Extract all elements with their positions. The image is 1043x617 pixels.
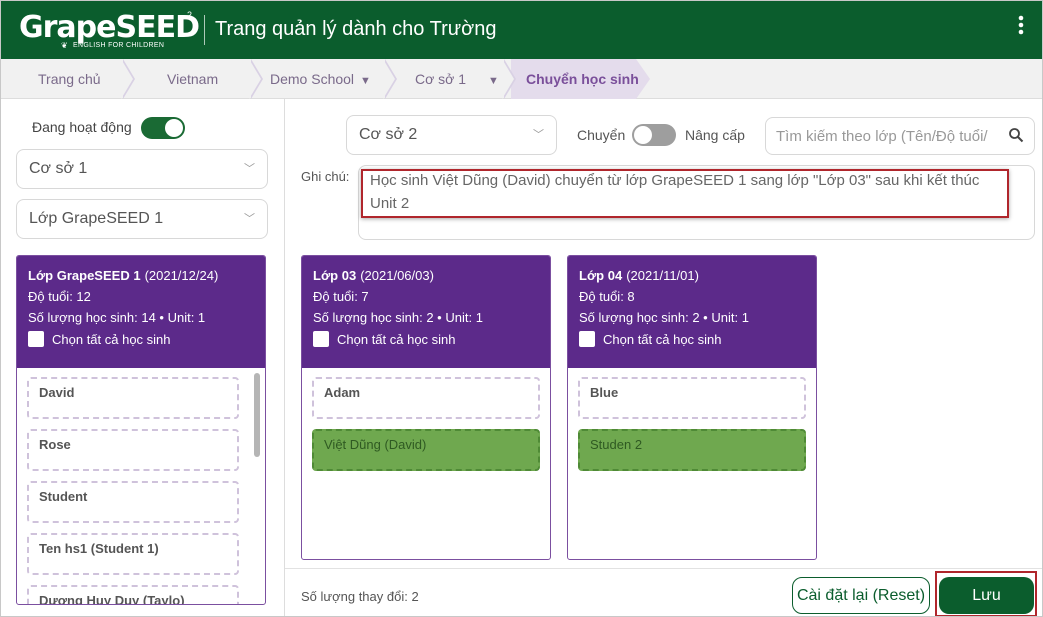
source-class-select[interactable]: Lớp GrapeSEED 1 ﹀ — [16, 199, 268, 239]
chevron-down-icon: ﹀ — [244, 213, 255, 225]
breadcrumb-label: Trang chủ — [38, 71, 101, 87]
select-all-row[interactable]: Chọn tất cả học sinh — [28, 331, 254, 347]
breadcrumb-label: Demo School — [270, 71, 355, 87]
student-card[interactable]: Student — [27, 481, 239, 523]
class-name: Lớp 04 — [579, 268, 623, 283]
breadcrumb-home[interactable]: Trang chủ — [38, 59, 101, 99]
breadcrumb-separator — [502, 59, 518, 99]
student-card[interactable]: Dương Huy Duy (Taylo) — [27, 585, 239, 604]
breadcrumb: Trang chủ Vietnam Demo School ▼ Cơ sở 1 ▼ … — [1, 59, 1042, 99]
select-all-checkbox[interactable] — [28, 331, 44, 347]
card-header: Lớp 03 (2021/06/03) Độ tuổi: 7 Số lượng h… — [302, 256, 550, 368]
class-name: Lớp 03 — [313, 268, 357, 283]
card-title: Lớp GrapeSEED 1 (2021/12/24) — [28, 268, 254, 283]
select-all-label: Chọn tất cả học sinh — [337, 331, 456, 347]
footer-divider — [285, 568, 1042, 569]
mode-transfer-label: Chuyển — [577, 127, 626, 143]
reset-button[interactable]: Cài đặt lại (Reset) — [792, 577, 930, 614]
page-title: Trang quản lý dành cho Trường — [215, 18, 497, 40]
source-campus-select[interactable]: Cơ sở 1 ﹀ — [16, 149, 268, 189]
change-count: Số lượng thay đổi: 2 — [301, 589, 419, 604]
breadcrumb-campus[interactable]: Cơ sở 1 ▼ — [415, 59, 499, 99]
active-toggle[interactable] — [141, 117, 185, 139]
breadcrumb-label: Cơ sở 1 — [415, 71, 467, 87]
class-date: (2021/06/03) — [360, 268, 434, 283]
card-header: Lớp GrapeSEED 1 (2021/12/24) Độ tuổi: 12 … — [17, 256, 265, 368]
mode-upgrade-label: Nâng cấp — [685, 127, 745, 143]
select-value: Cơ sở 2 — [359, 126, 418, 143]
class-age: Độ tuổi: 12 — [28, 289, 91, 304]
select-all-checkbox[interactable] — [579, 331, 595, 347]
class-date: (2021/11/01) — [626, 268, 699, 283]
note-label: Ghi chú: — [301, 169, 350, 184]
student-card[interactable]: Blue — [578, 377, 806, 419]
breadcrumb-separator — [249, 59, 265, 99]
chevron-down-icon: ﹀ — [244, 163, 255, 175]
logo-tagline: ENGLISH FOR CHILDREN — [73, 42, 165, 49]
select-all-label: Chọn tất cả học sinh — [603, 331, 722, 347]
note-highlight-box — [361, 169, 1009, 218]
class-name: Lớp GrapeSEED 1 — [28, 268, 141, 283]
select-all-row[interactable]: Chọn tất cả học sinh — [313, 331, 539, 347]
card-title: Lớp 04 (2021/11/01) — [579, 268, 805, 283]
save-highlight-box — [935, 571, 1037, 616]
class-age: Độ tuổi: 8 — [579, 289, 635, 304]
breadcrumb-current: Chuyển học sinh — [526, 59, 639, 99]
kebab-menu-icon[interactable] — [1013, 15, 1029, 45]
breadcrumb-school[interactable]: Demo School ▼ — [270, 59, 371, 99]
app-header: GrapeSEED 2 ❦ ENGLISH FOR CHILDREN Trang… — [1, 1, 1042, 59]
breadcrumb-separator — [121, 59, 137, 99]
toggle-knob — [634, 126, 652, 144]
leaf-icon: ❦ — [61, 41, 68, 50]
class-stats: Số lượng học sinh: 14 • Unit: 1 — [28, 310, 206, 325]
moved-student-card[interactable]: Studen 2 — [578, 429, 806, 471]
select-all-row[interactable]: Chọn tất cả học sinh — [579, 331, 805, 347]
toggle-knob — [165, 119, 183, 137]
student-card[interactable]: Rose — [27, 429, 239, 471]
breadcrumb-separator — [383, 59, 399, 99]
breadcrumb-country[interactable]: Vietnam — [167, 59, 218, 99]
student-card[interactable]: Ten hs1 (Student 1) — [27, 533, 239, 575]
student-card[interactable]: Adam — [312, 377, 540, 419]
active-toggle-label: Đang hoạt động — [32, 119, 132, 135]
class-stats: Số lượng học sinh: 2 • Unit: 1 — [579, 310, 749, 325]
chevron-down-icon: ﹀ — [533, 129, 544, 141]
moved-student-card[interactable]: Việt Dũng (David) — [312, 429, 540, 471]
student-list-scrollbar[interactable] — [254, 373, 260, 457]
search-icon[interactable] — [1008, 127, 1024, 143]
chevron-down-icon[interactable]: ▼ — [488, 75, 499, 87]
target-campus-select[interactable]: Cơ sở 2 ﹀ — [346, 115, 557, 155]
select-all-checkbox[interactable] — [313, 331, 329, 347]
grapeseed-logo[interactable]: GrapeSEED 2 ❦ ENGLISH FOR CHILDREN — [19, 10, 200, 54]
logo-superscript: 2 — [187, 10, 193, 20]
mode-toggle[interactable] — [632, 124, 676, 146]
class-search — [765, 117, 1035, 155]
breadcrumb-label: Chuyển học sinh — [526, 71, 639, 87]
class-date: (2021/12/24) — [144, 268, 219, 283]
chevron-down-icon[interactable]: ▼ — [360, 75, 371, 87]
card-title: Lớp 03 (2021/06/03) — [313, 268, 539, 283]
card-header: Lớp 04 (2021/11/01) Độ tuổi: 8 Số lượng h… — [568, 256, 816, 368]
class-age: Độ tuổi: 7 — [313, 289, 369, 304]
app-window: GrapeSEED 2 ❦ ENGLISH FOR CHILDREN Trang… — [0, 0, 1043, 617]
select-value: Cơ sở 1 — [29, 160, 88, 177]
search-input[interactable] — [776, 118, 1008, 154]
logo-wordmark: GrapeSEED — [19, 10, 200, 45]
breadcrumb-label: Vietnam — [167, 71, 219, 87]
select-all-label: Chọn tất cả học sinh — [52, 331, 171, 347]
header-divider — [204, 15, 205, 45]
select-value: Lớp GrapeSEED 1 — [29, 210, 164, 227]
student-card[interactable]: David — [27, 377, 239, 419]
class-stats: Số lượng học sinh: 2 • Unit: 1 — [313, 310, 483, 325]
